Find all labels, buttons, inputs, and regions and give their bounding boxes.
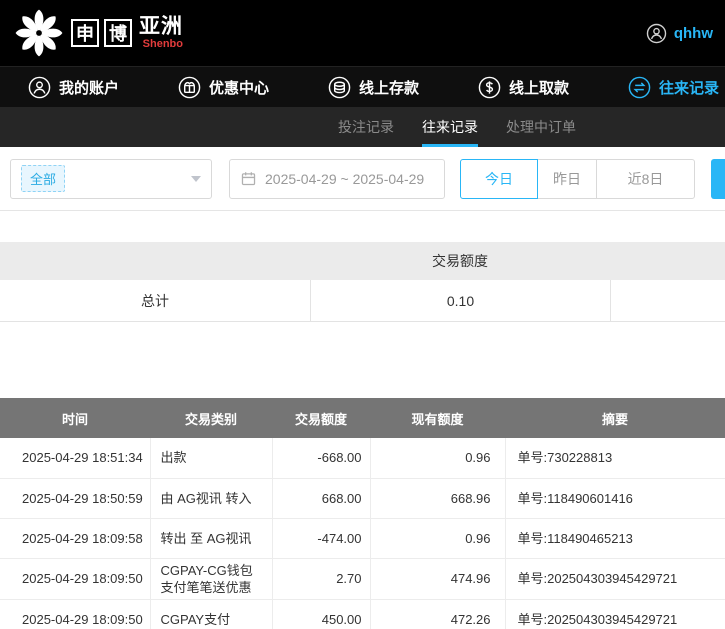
table-cell: 2025-04-29 18:09:50 (0, 599, 150, 629)
summary-section: 交易额度 总计 0.10 (0, 242, 725, 322)
brand-latin-label: Shenbo (143, 38, 183, 50)
date-range-picker[interactable]: 2025-04-29 ~ 2025-04-29 (229, 159, 445, 199)
brand-char-shen: 申 (71, 19, 99, 47)
summary-total-label: 总计 (0, 280, 310, 321)
account-menu[interactable]: qhhw (646, 23, 713, 44)
date-range-value: 2025-04-29 ~ 2025-04-29 (265, 171, 424, 187)
records-table: 时间 交易类别 交易额度 现有额度 摘要 2025-04-29 18:51:34… (0, 398, 725, 629)
table-row: 2025-04-29 18:09:58转出 至 AG视讯-474.000.96单… (0, 518, 725, 558)
table-cell: 由 AG视讯 转入 (150, 478, 272, 518)
last-8-days-button[interactable]: 近8日 (596, 159, 695, 199)
summary-total-value: 0.10 (310, 280, 610, 321)
search-button[interactable] (711, 159, 725, 199)
table-cell: 0.96 (370, 438, 505, 478)
table-cell: 单号:202504303945429721 (505, 599, 725, 629)
summary-header-spacer (0, 242, 310, 280)
table-cell: 2025-04-29 18:09:50 (0, 558, 150, 599)
summary-header: 交易额度 (0, 242, 725, 280)
table-cell: 450.00 (272, 599, 370, 629)
table-row: 2025-04-29 18:51:34出款-668.000.96单号:73022… (0, 438, 725, 478)
top-bar: 申 博 亚洲 Shenbo qhhw (0, 0, 725, 66)
type-select[interactable]: 全部 (10, 159, 212, 199)
tab-transaction-records[interactable]: 往来记录 (422, 107, 478, 147)
table-cell: -474.00 (272, 518, 370, 558)
coins-icon (328, 76, 351, 99)
table-cell: 668.96 (370, 478, 505, 518)
tab-betting-records[interactable]: 投注记录 (338, 107, 394, 147)
table-row: 2025-04-29 18:09:50CGPAY-CG钱包支付笔笔送优惠2.70… (0, 558, 725, 599)
column-header-summary: 摘要 (505, 398, 725, 438)
nav-label: 我的账户 (59, 77, 119, 98)
table-cell: 2.70 (272, 558, 370, 599)
calendar-icon (240, 170, 257, 187)
table-cell: 出款 (150, 438, 272, 478)
brand-region-label: 亚洲 (139, 16, 183, 38)
summary-header-label: 交易额度 (310, 242, 610, 280)
column-header-balance: 现有额度 (370, 398, 505, 438)
nav-item-my-account[interactable]: 我的账户 (28, 76, 119, 99)
nav-label: 优惠中心 (209, 77, 269, 98)
table-cell: 2025-04-29 18:50:59 (0, 478, 150, 518)
table-cell: 2025-04-29 18:51:34 (0, 438, 150, 478)
table-cell: 668.00 (272, 478, 370, 518)
summary-total-row: 总计 0.10 (0, 280, 725, 322)
brand-char-bo: 博 (104, 19, 132, 47)
table-cell: 单号:118490465213 (505, 518, 725, 558)
table-cell: CGPAY支付 (150, 599, 272, 629)
table-cell: 472.26 (370, 599, 505, 629)
nav-label: 线上存款 (359, 77, 419, 98)
filter-bar: 全部 2025-04-29 ~ 2025-04-29 今日 昨日 近8日 (0, 147, 725, 211)
table-cell: 转出 至 AG视讯 (150, 518, 272, 558)
gift-icon (178, 76, 201, 99)
column-header-time: 时间 (0, 398, 150, 438)
transfer-icon (628, 76, 651, 99)
table-cell: 474.96 (370, 558, 505, 599)
summary-row-spacer (610, 280, 725, 321)
summary-header-spacer (610, 242, 725, 280)
yesterday-button[interactable]: 昨日 (537, 159, 597, 199)
record-tabs: 投注记录 往来记录 处理中订单 (0, 107, 725, 147)
table-cell: 0.96 (370, 518, 505, 558)
column-header-type: 交易类别 (150, 398, 272, 438)
quick-date-buttons: 今日 昨日 近8日 (460, 159, 695, 199)
table-row: 2025-04-29 18:09:50CGPAY支付450.00472.26单号… (0, 599, 725, 629)
username-label: qhhw (674, 25, 713, 42)
main-nav: 我的账户 优惠中心 线上存款 线上取款 往来记录 (0, 66, 725, 107)
flower-logo-icon (12, 6, 66, 60)
nav-item-promotions[interactable]: 优惠中心 (178, 76, 269, 99)
table-cell: 单号:202504303945429721 (505, 558, 725, 599)
table-row: 2025-04-29 18:50:59由 AG视讯 转入668.00668.96… (0, 478, 725, 518)
tab-processing-orders[interactable]: 处理中订单 (506, 107, 576, 147)
today-button[interactable]: 今日 (460, 159, 538, 199)
table-cell: -668.00 (272, 438, 370, 478)
dollar-icon (478, 76, 501, 99)
user-icon (646, 23, 667, 44)
type-select-value: 全部 (21, 165, 65, 192)
nav-label: 线上取款 (509, 77, 569, 98)
nav-item-transactions[interactable]: 往来记录 (628, 76, 719, 99)
nav-item-deposit[interactable]: 线上存款 (328, 76, 419, 99)
column-header-amount: 交易额度 (272, 398, 370, 438)
records-table-body: 2025-04-29 18:51:34出款-668.000.96单号:73022… (0, 438, 725, 629)
table-cell: 单号:730228813 (505, 438, 725, 478)
table-cell: CGPAY-CG钱包支付笔笔送优惠 (150, 558, 272, 599)
table-cell: 2025-04-29 18:09:58 (0, 518, 150, 558)
nav-label: 往来记录 (659, 77, 719, 98)
table-header-row: 时间 交易类别 交易额度 现有额度 摘要 (0, 398, 725, 438)
table-cell: 单号:118490601416 (505, 478, 725, 518)
brand-region-block: 亚洲 Shenbo (139, 16, 183, 50)
nav-item-withdraw[interactable]: 线上取款 (478, 76, 569, 99)
user-icon (28, 76, 51, 99)
caret-down-icon (191, 176, 201, 182)
